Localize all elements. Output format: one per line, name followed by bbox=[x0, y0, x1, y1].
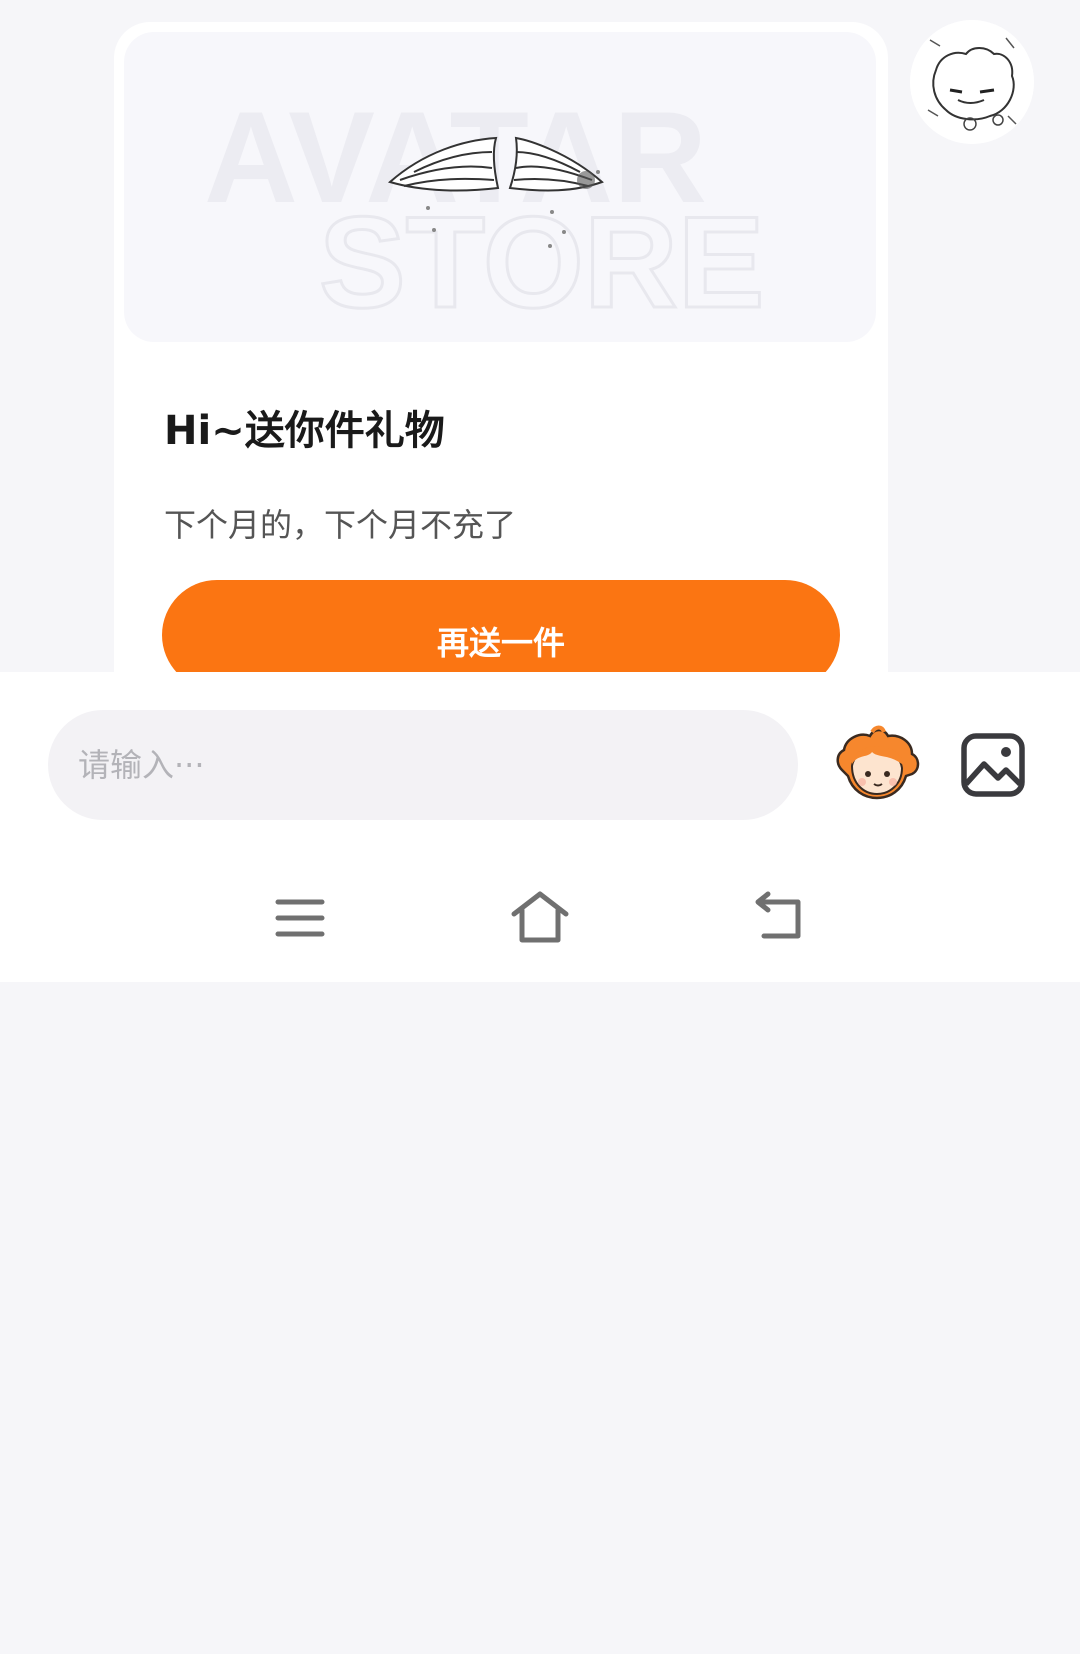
menu-icon bbox=[275, 899, 325, 937]
gift-message: 下个月的，下个月不充了 bbox=[164, 506, 517, 544]
home-button[interactable] bbox=[510, 888, 570, 948]
chat-area: AVATAR STORE bbox=[0, 0, 1080, 672]
back-icon bbox=[755, 891, 801, 939]
menu-button[interactable] bbox=[270, 888, 330, 948]
gift-title: Hi~送你件礼物 bbox=[164, 408, 445, 454]
system-nav-bar bbox=[0, 1532, 1080, 1654]
avatar[interactable] bbox=[910, 20, 1034, 144]
image-text-bottom: STORE bbox=[319, 189, 764, 335]
anime-girl-emoji-icon bbox=[836, 725, 920, 800]
image-icon bbox=[961, 733, 1025, 797]
gift-card[interactable]: AVATAR STORE bbox=[114, 22, 888, 672]
gift-image[interactable]: AVATAR STORE bbox=[124, 32, 876, 342]
back-button[interactable] bbox=[750, 888, 810, 948]
emoji-button[interactable] bbox=[832, 724, 922, 804]
message-input[interactable] bbox=[48, 710, 798, 820]
home-icon bbox=[511, 891, 569, 943]
image-button[interactable] bbox=[958, 730, 1028, 800]
avatar-store-wings-image: AVATAR STORE bbox=[204, 84, 766, 337]
system-navigation bbox=[0, 860, 1080, 982]
cat-doodle-avatar-image bbox=[910, 20, 1034, 144]
resend-gift-button[interactable]: 再送一件 bbox=[162, 580, 840, 672]
